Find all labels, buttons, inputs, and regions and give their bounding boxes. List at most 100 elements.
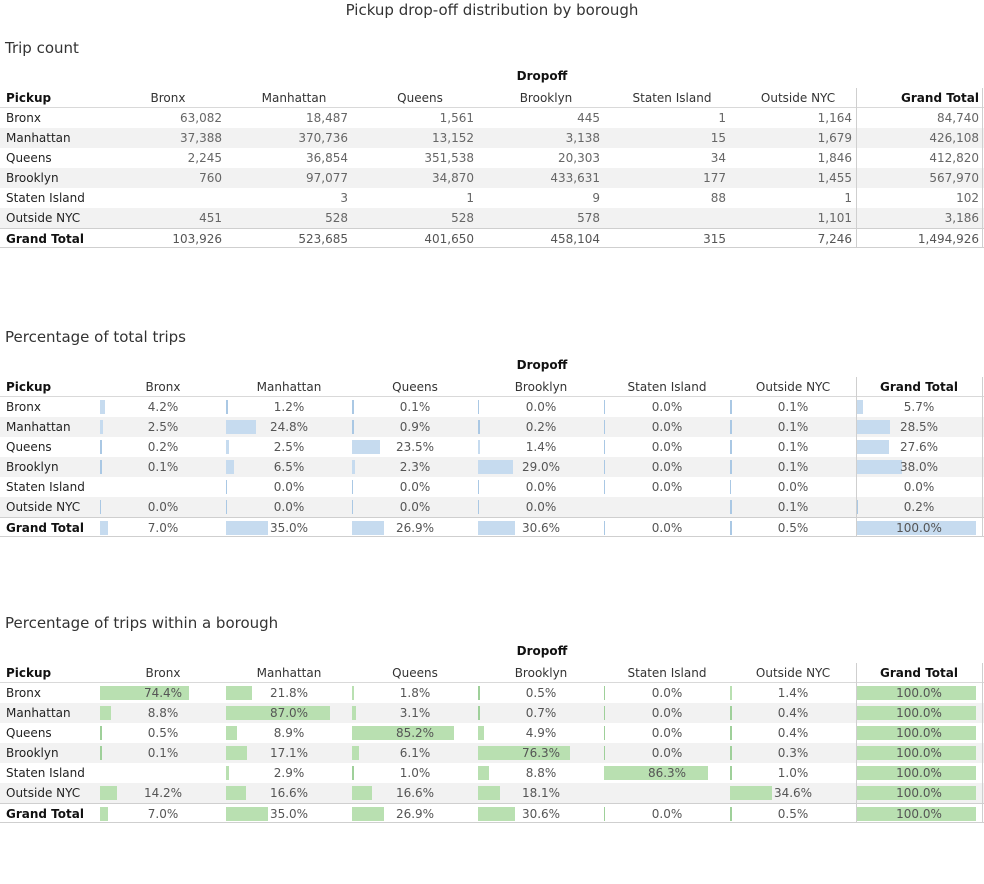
row-header-brooklyn: Brooklyn [6, 460, 59, 474]
column-header-brooklyn: Brooklyn [514, 666, 568, 680]
table-row: Outside NYC 0.0% 0.0% 0.0% 0.0% 0.1% 0.2% [0, 497, 984, 517]
data-cell: 0.5% [777, 521, 809, 535]
data-cell: 30.6% [521, 807, 561, 821]
row-header-staten-island: Staten Island [6, 766, 85, 780]
header-row: Pickup Bronx Manhattan Queens Brooklyn Staten… [0, 88, 984, 108]
dropoff-header: Dropoff [516, 358, 568, 372]
column-header-grand-total: Grand Total [901, 91, 979, 105]
table-row: Staten Island 2.9% 1.0% 8.8% 86.3% 1.0% 100.0% [0, 763, 984, 783]
data-cell: 0.1% [777, 440, 809, 454]
data-cell: 34,870 [432, 171, 474, 185]
row-header-queens: Queens [6, 151, 52, 165]
data-cell: 1 [844, 191, 852, 205]
header-row: Pickup Bronx Manhattan Queens Brooklyn Staten… [0, 377, 984, 397]
data-cell: 0.0% [651, 521, 683, 535]
data-cell: 13,152 [432, 131, 474, 145]
data-cell: 100.0% [896, 766, 942, 780]
data-cell: 315 [703, 232, 726, 246]
data-cell: 0.0% [651, 440, 683, 454]
data-cell: 102 [956, 191, 979, 205]
data-cell: 35.0% [269, 807, 309, 821]
data-cell: 0.0% [273, 480, 305, 494]
percentage-within-table: Pickup Bronx Manhattan Queens Brooklyn Staten… [0, 663, 984, 823]
table-row: Outside NYC 14.2% 16.6% 16.6% 18.1% 34.6% 100.… [0, 783, 984, 803]
data-cell: 445 [577, 111, 600, 125]
data-cell: 1.4% [777, 686, 809, 700]
row-header-bronx: Bronx [6, 111, 41, 125]
data-cell: 7.0% [147, 521, 179, 535]
data-cell: 1,494,926 [917, 232, 979, 246]
data-cell: 528 [325, 211, 348, 225]
data-cell: 15 [710, 131, 726, 145]
row-header-brooklyn: Brooklyn [6, 746, 59, 760]
column-header-brooklyn: Brooklyn [514, 380, 568, 394]
data-cell: 18.1% [521, 786, 561, 800]
data-cell: 6.1% [399, 746, 431, 760]
data-cell: 8.9% [273, 726, 305, 740]
row-header-grand-total: Grand Total [6, 521, 84, 535]
row-header-outside-nyc: Outside NYC [6, 500, 81, 514]
column-header-bronx: Bronx [150, 91, 186, 105]
column-header-outside-nyc: Outside NYC [755, 666, 831, 680]
data-cell: 0.1% [777, 500, 809, 514]
data-cell: 100.0% [896, 726, 942, 740]
row-header-outside-nyc: Outside NYC [6, 786, 81, 800]
pickup-header: Pickup [6, 380, 52, 394]
data-cell: 401,650 [424, 232, 474, 246]
data-cell: 27.6% [899, 440, 939, 454]
column-header-grand-total: Grand Total [880, 380, 958, 394]
data-cell [100, 477, 226, 497]
data-cell: 0.1% [147, 746, 179, 760]
data-cell: 26.9% [395, 521, 435, 535]
data-cell: 6.5% [273, 460, 305, 474]
data-cell: 451 [199, 211, 222, 225]
data-cell: 0.0% [399, 500, 431, 514]
data-cell: 3 [340, 191, 348, 205]
data-cell: 0.4% [777, 726, 809, 740]
data-cell: 9 [592, 191, 600, 205]
data-cell: 0.0% [651, 807, 683, 821]
table-row: Brooklyn 0.1% 6.5% 2.3% 29.0% 0.0% 0.1% 38.0% [0, 457, 984, 477]
data-cell: 100.0% [896, 746, 942, 760]
data-cell: 0.5% [147, 726, 179, 740]
grand-total-row: Grand Total 7.0% 35.0% 26.9% 30.6% 0.0% 0.5% 10… [0, 517, 984, 537]
table-row: Queens 0.5% 8.9% 85.2% 4.9% 0.0% 0.4% 100.0% [0, 723, 984, 743]
header-row: Pickup Bronx Manhattan Queens Brooklyn Staten… [0, 663, 984, 683]
data-cell: 433,631 [550, 171, 600, 185]
trip-count-table: Pickup Bronx Manhattan Queens Brooklyn Staten… [0, 88, 984, 248]
data-cell: 0.7% [525, 706, 557, 720]
data-cell: 0.2% [525, 420, 557, 434]
grand-total-separator [856, 88, 857, 248]
data-cell: 370,736 [298, 131, 348, 145]
column-header-staten-island: Staten Island [627, 380, 707, 394]
data-cell: 351,538 [424, 151, 474, 165]
data-cell: 2.9% [273, 766, 305, 780]
data-cell: 2,245 [187, 151, 222, 165]
data-cell: 760 [199, 171, 222, 185]
table-row: Bronx 74.4% 21.8% 1.8% 0.5% 0.0% 1.4% 100.0% [0, 683, 984, 703]
row-header-bronx: Bronx [6, 686, 41, 700]
data-cell: 24.8% [269, 420, 309, 434]
data-cell: 0.0% [525, 400, 557, 414]
data-cell [604, 783, 730, 803]
data-cell: 4.2% [147, 400, 179, 414]
data-cell: 100.0% [896, 521, 942, 535]
pickup-header: Pickup [6, 91, 52, 105]
row-header-brooklyn: Brooklyn [6, 171, 59, 185]
data-cell: 100.0% [896, 706, 942, 720]
grand-total-row: Grand Total 103,926 523,685 401,650 458,104 3… [0, 228, 984, 248]
data-cell: 458,104 [550, 232, 600, 246]
data-cell: 17.1% [269, 746, 309, 760]
table-row: Bronx 63,082 18,487 1,561 445 1 1,164 84,740 [0, 108, 984, 128]
column-header-manhattan: Manhattan [261, 91, 327, 105]
data-cell: 0.0% [651, 746, 683, 760]
data-cell: 0.0% [651, 726, 683, 740]
data-cell: 20,303 [558, 151, 600, 165]
data-cell: 97,077 [306, 171, 348, 185]
data-cell: 0.1% [399, 400, 431, 414]
data-cell: 0.0% [273, 500, 305, 514]
grand-total-separator [856, 377, 857, 537]
data-cell: 0.4% [777, 706, 809, 720]
pickup-header: Pickup [6, 666, 52, 680]
data-cell: 0.0% [651, 400, 683, 414]
